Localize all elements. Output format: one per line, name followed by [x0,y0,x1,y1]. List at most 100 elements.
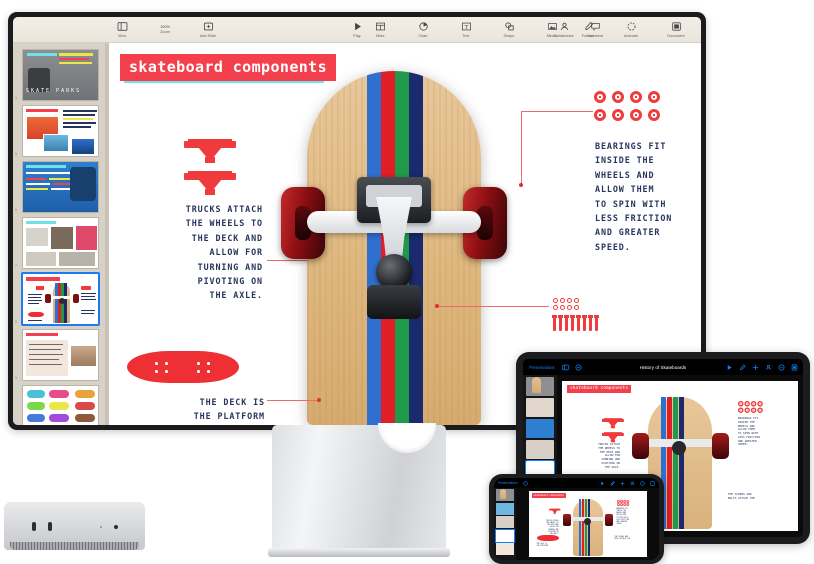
collaborate-icon[interactable] [630,481,635,486]
more-icon[interactable] [640,480,645,486]
slide-thumbnail-4[interactable]: SKATE PARKS [22,49,99,101]
add-slide-icon [203,22,213,31]
iphone-slide-navigator[interactable] [494,488,516,560]
iphone-bearing-group [616,500,629,506]
text-icon: T [461,22,471,31]
iphone-canvas[interactable]: skateboard components BEARINGS FIT INSID… [516,488,659,560]
bearing-icon [594,109,606,121]
slide-thumbnail-9[interactable] [22,329,99,381]
ipad-callout-screws: THE SCREWS AND BOLTS ATTACH THE [728,492,755,500]
ipad-thumbnail[interactable] [526,440,554,459]
play-icon [354,22,361,31]
format-button[interactable]: Format [573,21,603,38]
iphone-thumbnail[interactable] [496,543,514,555]
add-slide-label: Add Slide [199,33,217,38]
ipad-bearing-group [738,401,763,413]
zoom-label: Zoom [160,30,170,35]
screw-icon [588,315,593,331]
iphone-thumbnail[interactable] [496,516,514,528]
svg-text:T: T [464,25,468,31]
zoom-out-icon[interactable] [522,480,528,486]
bearing-icon-group [594,91,660,121]
leader-line-bearings [521,111,593,112]
more-icon[interactable] [778,364,785,371]
display-stand-base [268,548,450,557]
table-label: Table [375,33,385,38]
play-label: Play [353,33,361,38]
format-brush-icon[interactable] [739,363,746,371]
slide-thumbnail-5[interactable] [22,105,99,157]
insert-text-button[interactable]: T Text [451,21,481,38]
bearing-icon [648,91,660,103]
truck-icon-1 [184,139,236,163]
format-label: Format [582,33,594,38]
zoom-control[interactable]: 100% Zoom [150,25,180,35]
format-brush-icon[interactable] [610,480,615,486]
slide-navigator[interactable]: SKATE PARKS 4 5 6 7 8 9 [13,43,105,425]
nut-icon [567,305,572,310]
add-slide-button[interactable]: Add Slide [193,21,223,38]
insert-table-button[interactable]: Table [365,21,395,38]
ipad-thumbnail[interactable] [526,419,554,438]
callout-trucks-text[interactable]: TRUCKS ATTACH THE WHEELS TO THE DECK AND… [133,202,263,303]
play-icon[interactable] [600,481,605,486]
slide-number: 9 [15,376,17,380]
leader-line-bearings-v [521,111,522,185]
nut-icon [560,305,565,310]
screw-icon [552,315,557,331]
slide-thumbnail-8-selected[interactable] [21,272,100,326]
iphone-thumbnail[interactable] [496,502,514,515]
deck-icon [127,351,239,383]
zoom-value: 100% [160,24,170,29]
toolbar-right-group: Format Animate Document [573,21,693,38]
ipad-back-button[interactable]: Presentations [529,365,555,370]
slide-thumbnail-row[interactable]: 9 [13,327,105,383]
iphone-truck-icon [548,508,560,514]
document-button[interactable]: Document [659,21,693,38]
insert-shape-button[interactable]: Shape [494,21,524,38]
iphone-current-slide[interactable]: skateboard components BEARINGS FIT INSID… [528,491,647,557]
iphone-device: Presentations skateboard components BEAR… [489,474,664,564]
screw-icon [576,315,581,331]
slide-thumbnail-row[interactable]: 8 [13,271,105,327]
callout-deck-text[interactable]: THE DECK IS THE PLATFORM [133,395,265,424]
ipad-toolbar: Presentations History of Skateboards [523,359,803,375]
insert-chart-button[interactable]: Chart [408,21,438,38]
slide-thumbnail-row[interactable]: 5 [13,103,105,159]
iphone-thumbnail-selected[interactable] [495,489,515,543]
shape-label: Shape [503,33,515,38]
callout-bearings-text[interactable]: BEARINGS FIT INSIDE THE WHEELS AND ALLOW… [595,139,672,254]
animate-button[interactable]: Animate [616,21,646,38]
animate-icon [627,22,635,31]
slide-thumbnail-row[interactable]: 10 [13,383,105,425]
play-icon[interactable] [726,364,733,371]
document-label: Document [667,33,685,38]
insert-icon[interactable] [752,364,759,371]
slide-thumbnail-10[interactable] [22,385,99,425]
slide-thumbnail-6[interactable] [22,161,99,213]
chart-icon [418,22,428,31]
document-icon[interactable] [791,364,798,371]
ipad-right-icons [726,363,798,371]
slide-thumbnail-row[interactable]: 6 [13,159,105,215]
iphone-back-button[interactable]: Presentations [498,481,518,485]
view-button[interactable]: View [107,21,137,38]
insert-icon[interactable] [620,481,625,486]
iphone-slide-title: skateboard components [531,493,566,498]
ipad-thumbnail[interactable] [526,398,554,417]
slide-thumbnail-7[interactable] [22,217,99,269]
nut-icon [553,298,558,303]
zoom-out-icon[interactable] [575,364,582,371]
iphone-callout-screws: THE SCREWS AND BOLTS ATTACH THE [614,537,630,541]
document-icon[interactable] [650,480,655,486]
collaborate-icon[interactable] [765,364,772,371]
bearing-icon [612,91,624,103]
bearing-icon [630,109,642,121]
slide-thumbnail-row[interactable]: SKATE PARKS 4 [13,47,105,103]
bearing-icon [594,91,606,103]
slide-thumbnail-row[interactable]: 7 [13,215,105,271]
view-icon [117,22,127,31]
nut-icon [574,298,579,303]
chart-label: Chart [418,33,428,38]
sidebar-icon[interactable] [561,364,569,371]
